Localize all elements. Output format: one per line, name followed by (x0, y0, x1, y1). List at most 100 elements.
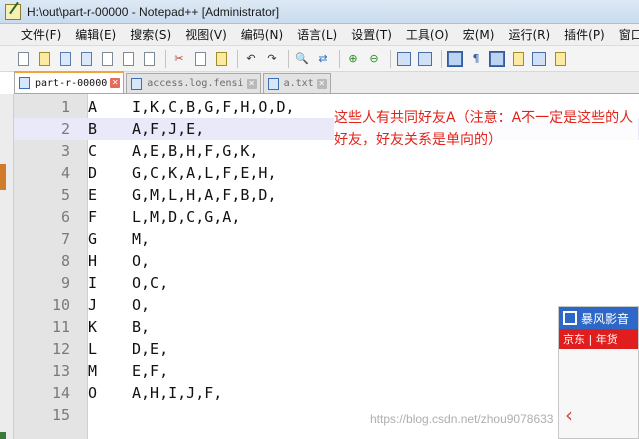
line-number: 13 (51, 362, 70, 380)
toolbar-separator (237, 49, 238, 68)
popup-header: 暴风影音 (559, 307, 638, 329)
folder-as-workspace-icon[interactable] (551, 50, 569, 68)
menu-view[interactable]: 视图(V) (178, 26, 234, 43)
friend-list: G,C,K,A,L,F,E,H, (132, 164, 277, 182)
tab-part-r-00000[interactable]: part-r-00000 ✕ (14, 71, 125, 93)
menu-settings[interactable]: 设置(T) (344, 26, 399, 43)
redo-icon[interactable]: ↷ (263, 50, 281, 68)
friend-list: A,H,I,J,F, (132, 384, 223, 402)
close-icon[interactable]: ✕ (110, 78, 121, 88)
editor-line[interactable]: 11 K B, (14, 316, 639, 338)
line-number: 10 (51, 296, 70, 314)
undo-icon[interactable]: ↶ (242, 50, 260, 68)
paste-icon[interactable] (212, 50, 230, 68)
editor-line[interactable]: 14 O A,H,I,J,F, (14, 382, 639, 404)
menu-file[interactable]: 文件(F) (14, 26, 68, 43)
window-title: H:\out\part-r-00000 - Notepad++ [Adminis… (27, 4, 280, 19)
popup-body[interactable]: ‹ (559, 349, 638, 438)
menu-tools[interactable]: 工具(O) (399, 26, 456, 43)
line-number: 2 (60, 120, 70, 138)
menu-encoding[interactable]: 编码(N) (234, 26, 290, 43)
line-number: 8 (60, 252, 70, 270)
word-wrap-icon[interactable] (446, 50, 464, 68)
sync-vertical-icon[interactable] (395, 50, 413, 68)
editor-line[interactable]: 10 J O, (14, 294, 639, 316)
save-all-icon[interactable] (77, 50, 95, 68)
user-key: K (88, 318, 98, 336)
copy-icon[interactable] (191, 50, 209, 68)
close-all-icon[interactable] (119, 50, 137, 68)
line-number: 4 (60, 164, 70, 182)
user-key: G (88, 230, 98, 248)
print-icon[interactable] (140, 50, 158, 68)
user-key: H (88, 252, 98, 270)
menu-language[interactable]: 语言(L) (290, 26, 344, 43)
menu-run[interactable]: 运行(R) (501, 26, 557, 43)
function-list-icon[interactable] (530, 50, 548, 68)
editor-line[interactable]: 7 G M, (14, 228, 639, 250)
menu-edit[interactable]: 编辑(E) (68, 26, 123, 43)
tab-access-log[interactable]: access.log.fensi ✕ (126, 73, 261, 93)
toolbar-separator (390, 49, 391, 68)
popup-banner[interactable]: 京东 | 年货 (559, 329, 638, 349)
open-file-icon[interactable] (35, 50, 53, 68)
toolbar-separator (288, 49, 289, 68)
tab-a-txt[interactable]: a.txt ✕ (262, 73, 331, 93)
close-icon[interactable] (98, 50, 116, 68)
ad-popup[interactable]: 暴风影音 京东 | 年货 ‹ (558, 306, 639, 439)
popup-title: 暴风影音 (581, 311, 630, 326)
close-icon[interactable]: ✕ (316, 78, 327, 89)
menu-search[interactable]: 搜索(S) (123, 26, 178, 43)
tab-bar: part-r-00000 ✕ access.log.fensi ✕ a.txt … (14, 71, 639, 94)
toolbar-separator (441, 49, 442, 68)
background-window-fragment (0, 164, 6, 190)
editor-line[interactable]: 4 D G,C,K,A,L,F,E,H, (14, 162, 639, 184)
user-key: J (88, 296, 98, 314)
save-icon[interactable] (56, 50, 74, 68)
menu-window[interactable]: 窗口(W) (612, 26, 639, 43)
line-number: 9 (60, 274, 70, 292)
indent-guide-icon[interactable] (488, 50, 506, 68)
doc-map-icon[interactable] (509, 50, 527, 68)
line-number: 5 (60, 186, 70, 204)
cut-icon[interactable]: ✂ (170, 50, 188, 68)
friend-list: M, (132, 230, 151, 248)
editor-line[interactable]: 8 H O, (14, 250, 639, 272)
zoom-out-icon[interactable]: ⊖ (365, 50, 383, 68)
user-key: C (88, 142, 98, 160)
title-bar: H:\out\part-r-00000 - Notepad++ [Adminis… (0, 0, 639, 24)
annotation-note: 这些人有共同好友A（注意：A不一定是这些的人好友，好友关系是单向的） (334, 107, 638, 151)
line-number: 12 (51, 340, 70, 358)
friend-list: A,E,B,H,F,G,K, (132, 142, 259, 160)
editor-line[interactable]: 13 M E,F, (14, 360, 639, 382)
user-key: L (88, 340, 98, 358)
editor-line[interactable]: 5 E G,M,L,H,A,F,B,D, (14, 184, 639, 206)
user-key: F (88, 208, 98, 226)
editor-line[interactable]: 6 F L,M,D,C,G,A, (14, 206, 639, 228)
chevron-left-icon[interactable]: ‹ (565, 403, 573, 427)
toolbar-separator (165, 49, 166, 68)
friend-list: O,C, (132, 274, 169, 292)
sync-horizontal-icon[interactable] (416, 50, 434, 68)
user-key: D (88, 164, 98, 182)
menu-macro[interactable]: 宏(M) (456, 26, 502, 43)
friend-list: O, (132, 296, 151, 314)
user-key: E (88, 186, 98, 204)
line-number: 3 (60, 142, 70, 160)
document-icon (19, 77, 30, 89)
show-all-chars-icon[interactable]: ¶ (467, 50, 485, 68)
editor-line[interactable]: 12 L D,E, (14, 338, 639, 360)
replace-icon[interactable]: ⇄ (314, 50, 332, 68)
new-file-icon[interactable] (14, 50, 32, 68)
close-icon[interactable]: ✕ (246, 78, 257, 89)
line-number: 1 (60, 98, 70, 116)
user-key: M (88, 362, 98, 380)
tab-label: part-r-00000 (35, 77, 108, 89)
friend-list: I,K,C,B,G,F,H,O,D, (132, 98, 295, 116)
line-number: 6 (60, 208, 70, 226)
menu-plugins[interactable]: 插件(P) (557, 26, 612, 43)
editor-line[interactable]: 9 I O,C, (14, 272, 639, 294)
zoom-in-icon[interactable]: ⊕ (344, 50, 362, 68)
friend-list: L,M,D,C,G,A, (132, 208, 241, 226)
find-icon[interactable]: 🔍 (293, 50, 311, 68)
